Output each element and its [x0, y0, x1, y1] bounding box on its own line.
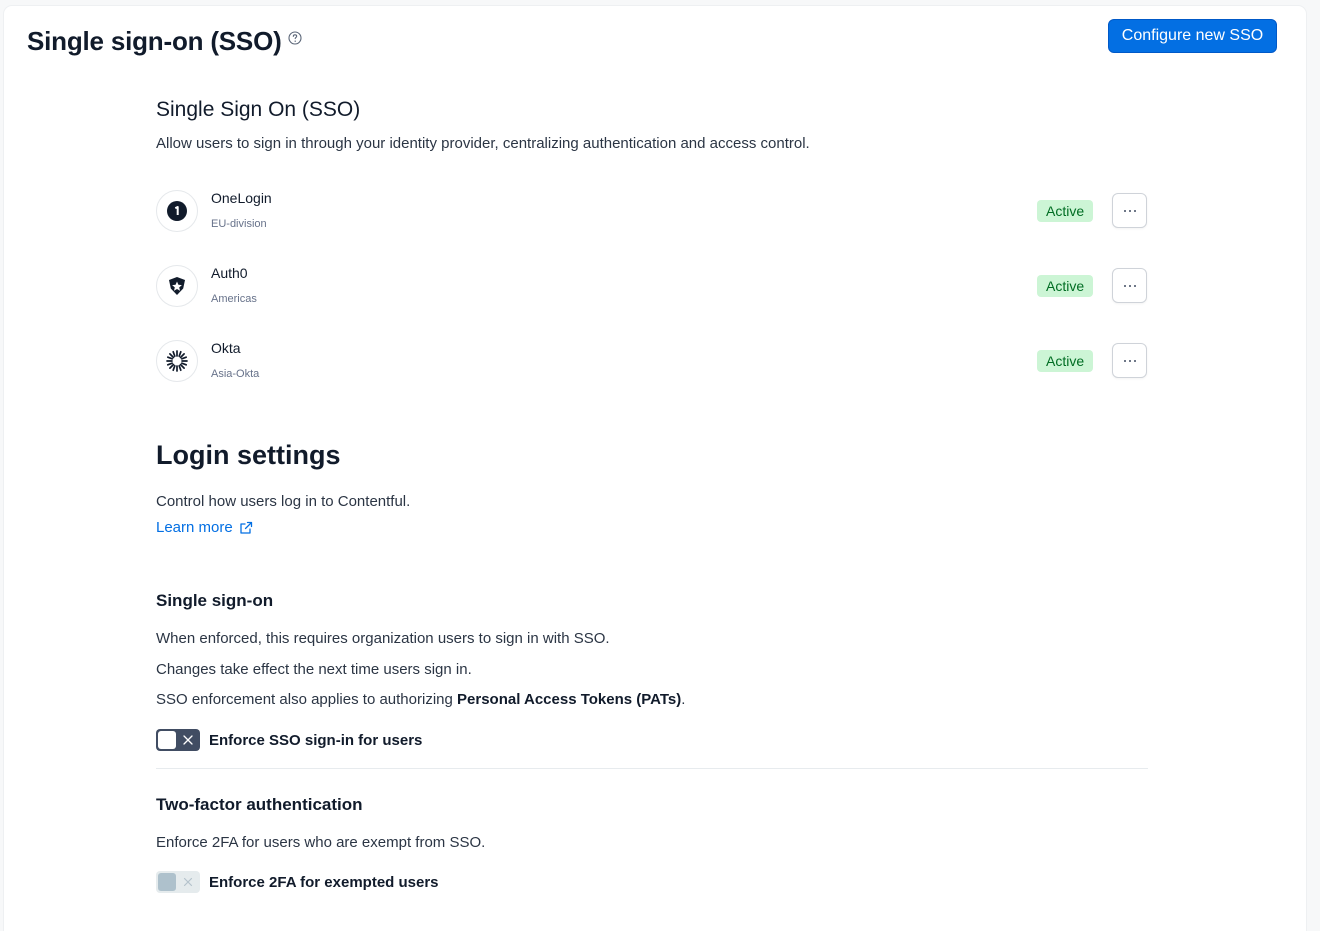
status-badge: Active — [1037, 350, 1094, 372]
provider-row-auth0: Auth0 Americas Active — [156, 265, 1148, 315]
learn-more-label: Learn more — [156, 519, 233, 536]
status-badge: Active — [1037, 200, 1094, 222]
external-link-icon — [239, 521, 253, 535]
single-sign-on-heading: Single sign-on — [156, 591, 274, 610]
provider-more-button[interactable] — [1112, 268, 1147, 303]
provider-name: Auth0 — [211, 265, 248, 281]
configure-new-sso-button[interactable]: Configure new SSO — [1108, 19, 1277, 53]
enforce-2fa-toggle-row: Enforce 2FA for exempted users — [156, 871, 439, 893]
more-horizontal-icon — [1123, 359, 1136, 362]
page-title: Single sign-on (SSO) — [27, 26, 282, 56]
provider-subtitle: Americas — [211, 293, 257, 305]
provider-row-onelogin: OneLogin EU-division Active — [156, 190, 1148, 240]
status-badge: Active — [1037, 275, 1094, 297]
sso-section-heading: Single Sign On (SSO) — [156, 98, 361, 121]
toggle-knob — [158, 731, 176, 749]
provider-row-okta: Okta Asia-Okta Active — [156, 340, 1148, 390]
more-horizontal-icon — [1123, 284, 1136, 287]
sso-enforce-line-3: SSO enforcement also applies to authoriz… — [156, 691, 685, 708]
enforce-sso-label: Enforce SSO sign-in for users — [209, 731, 423, 749]
section-divider — [156, 768, 1148, 769]
login-settings-heading: Login settings — [156, 440, 341, 470]
provider-more-button[interactable] — [1112, 193, 1147, 228]
sso-enforce-line-3-prefix: SSO enforcement also applies to authoriz… — [156, 691, 458, 708]
enforce-sso-toggle-row: Enforce SSO sign-in for users — [156, 729, 422, 751]
login-settings-description: Control how users log in to Contentful. — [156, 493, 411, 510]
more-horizontal-icon — [1123, 209, 1136, 212]
provider-name: OneLogin — [211, 190, 272, 206]
onelogin-logo-icon — [156, 190, 198, 232]
toggle-knob — [158, 873, 176, 891]
provider-subtitle: EU-division — [211, 218, 267, 230]
sso-enforce-line-3-suffix: . — [681, 691, 686, 708]
learn-more-link[interactable]: Learn more — [156, 519, 253, 536]
enforce-2fa-label: Enforce 2FA for exempted users — [209, 873, 439, 891]
close-icon — [183, 877, 193, 887]
sso-enforce-line-2: Changes take effect the next time users … — [156, 661, 472, 678]
two-factor-description: Enforce 2FA for users who are exempt fro… — [156, 834, 486, 851]
sso-section-description: Allow users to sign in through your iden… — [156, 135, 810, 152]
close-icon — [183, 735, 193, 745]
page-header: Single sign-on (SSO) — [27, 26, 302, 57]
pats-term: Personal Access Tokens (PATs) — [457, 691, 682, 708]
provider-name: Okta — [211, 340, 241, 356]
two-factor-heading: Two-factor authentication — [156, 795, 363, 814]
okta-logo-icon — [156, 340, 198, 382]
enforce-sso-toggle[interactable] — [156, 729, 200, 751]
provider-subtitle: Asia-Okta — [211, 368, 260, 380]
auth0-logo-icon — [156, 265, 198, 307]
help-circle-icon[interactable] — [288, 30, 302, 45]
sso-enforce-line-1: When enforced, this requires organizatio… — [156, 630, 610, 647]
provider-more-button[interactable] — [1112, 343, 1147, 378]
enforce-2fa-toggle[interactable] — [156, 871, 200, 893]
